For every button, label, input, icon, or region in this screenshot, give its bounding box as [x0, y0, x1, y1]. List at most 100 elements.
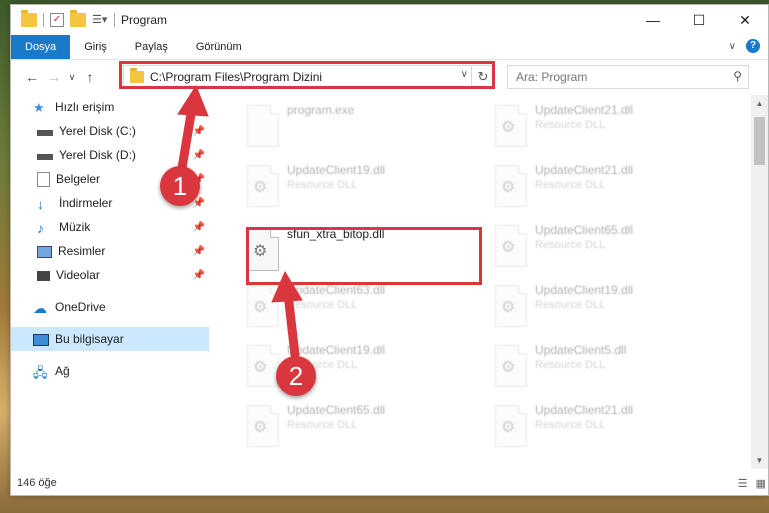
- sidebar-item-label: Yerel Disk (D:): [59, 148, 136, 162]
- file-name: UpdateClient19.dll: [535, 283, 634, 297]
- documents-icon: [37, 171, 50, 187]
- sidebar-item-drive-d[interactable]: Yerel Disk (D:) 📌: [11, 143, 209, 167]
- file-item[interactable]: ⚙ UpdateClient63.dll Resource DLL: [245, 283, 385, 327]
- file-item[interactable]: ⚙ UpdateClient19.dll Resource DLL: [493, 283, 633, 327]
- file-item[interactable]: program.exe: [245, 103, 354, 147]
- star-icon: ★: [33, 100, 45, 115]
- file-item[interactable]: ⚙ UpdateClient5.dll Resource DLL: [493, 343, 626, 387]
- sidebar-item-label: Müzik: [59, 220, 91, 234]
- file-type: Resource DLL: [535, 359, 606, 371]
- computer-icon: [33, 334, 49, 346]
- pin-icon: 📌: [192, 269, 205, 281]
- file-name: UpdateClient21.dll: [535, 403, 634, 417]
- tab-view[interactable]: Görünüm: [182, 35, 256, 59]
- cloud-icon: ☁: [33, 300, 47, 316]
- file-name: UpdateClient65.dll: [535, 223, 634, 237]
- scroll-up-icon[interactable]: ▲: [751, 99, 768, 108]
- file-name: UpdateClient63.dll: [287, 283, 386, 297]
- file-item[interactable]: ⚙ UpdateClient65.dll Resource DLL: [493, 223, 633, 267]
- drive-icon: [37, 130, 53, 136]
- videos-icon: [37, 271, 50, 281]
- search-icon[interactable]: ⚲: [733, 69, 742, 83]
- tab-file[interactable]: Dosya: [11, 35, 71, 59]
- forward-button[interactable]: →: [43, 69, 65, 85]
- file-type: Resource DLL: [535, 419, 606, 431]
- sidebar-item-this-pc[interactable]: Bu bilgisayar: [11, 327, 209, 351]
- sidebar-item-label: İndirmeler: [59, 196, 113, 210]
- file-item[interactable]: ⚙ UpdateClient65.dll Resource DLL: [245, 403, 385, 447]
- file-name: UpdateClient21.dll: [535, 163, 634, 177]
- download-icon: ↓: [37, 196, 44, 212]
- tab-home[interactable]: Giriş: [70, 35, 121, 59]
- customize-toolbar-icon[interactable]: ☰▾: [92, 13, 108, 27]
- file-name: program.exe: [287, 103, 355, 117]
- sidebar-item-pictures[interactable]: Resimler 📌: [11, 239, 209, 263]
- dll-icon: ⚙: [245, 283, 279, 327]
- recent-locations-icon[interactable]: ∨: [65, 72, 79, 83]
- scroll-down-icon[interactable]: ▼: [751, 456, 768, 465]
- new-folder-icon[interactable]: [70, 10, 86, 27]
- sidebar-item-videos[interactable]: Videolar 📌: [11, 263, 209, 287]
- music-icon: ♪: [37, 220, 44, 236]
- sidebar-item-label: Ağ: [55, 364, 70, 378]
- file-name: UpdateClient5.dll: [535, 343, 627, 357]
- file-name: UpdateClient21.dll: [535, 103, 634, 117]
- dll-icon: ⚙: [493, 163, 527, 207]
- help-icon[interactable]: ?: [746, 39, 760, 53]
- file-highlight-box: [246, 227, 482, 285]
- sidebar-item-onedrive[interactable]: ☁ OneDrive: [11, 295, 209, 319]
- details-view-icon[interactable]: ☰: [738, 477, 748, 490]
- sidebar-item-network[interactable]: 🖧 Ağ: [11, 359, 209, 383]
- file-type: Resource DLL: [287, 299, 358, 311]
- dll-icon: ⚙: [493, 103, 527, 147]
- ribbon-tabs: Dosya Giriş Paylaş Görünüm ∨ ?: [11, 35, 768, 60]
- up-button[interactable]: ↑: [79, 69, 101, 85]
- file-item[interactable]: ⚙ UpdateClient19.dll Resource DLL: [245, 163, 385, 207]
- maximize-button[interactable]: ☐: [676, 5, 722, 35]
- sidebar-item-drive-c[interactable]: Yerel Disk (C:) 📌: [11, 119, 209, 143]
- status-bar: 146 öğe ☰ ▦: [11, 471, 768, 495]
- search-input[interactable]: Ara: Program: [516, 70, 587, 84]
- navigation-bar: ← → ∨ ↑ C:\Program Files\Program Dizini …: [11, 60, 768, 94]
- sidebar-item-music[interactable]: ♪ Müzik 📌: [11, 215, 209, 239]
- large-icons-view-icon[interactable]: ▦: [756, 477, 766, 490]
- sidebar-item-label: Belgeler: [56, 172, 101, 186]
- divider: [114, 13, 115, 27]
- pictures-icon: [37, 246, 52, 258]
- pin-icon: 📌: [192, 125, 205, 137]
- close-button[interactable]: ✕: [722, 5, 768, 35]
- folder-icon: [21, 10, 37, 27]
- dll-icon: ⚙: [245, 163, 279, 207]
- dll-icon: ⚙: [493, 403, 527, 447]
- search-box[interactable]: Ara: Program ⚲: [507, 65, 749, 89]
- dll-icon: ⚙: [493, 343, 527, 387]
- divider: [43, 13, 44, 27]
- sidebar-item-label: OneDrive: [55, 300, 106, 314]
- dll-icon: ⚙: [493, 283, 527, 327]
- file-type: Resource DLL: [287, 179, 358, 191]
- file-type: Resource DLL: [535, 119, 606, 131]
- file-type: Resource DLL: [535, 179, 606, 191]
- file-item[interactable]: ⚙ UpdateClient21.dll Resource DLL: [493, 403, 633, 447]
- item-count: 146 öğe: [17, 477, 57, 489]
- title-bar: ✓ ☰▾ Program — ☐ ✕: [11, 5, 768, 35]
- file-item[interactable]: ⚙ UpdateClient21.dll Resource DLL: [493, 103, 633, 147]
- pin-icon: 📌: [192, 245, 205, 257]
- pin-icon: 📌: [192, 149, 205, 161]
- dll-icon: ⚙: [493, 223, 527, 267]
- expand-ribbon-icon[interactable]: ∨: [729, 41, 736, 52]
- tab-share[interactable]: Paylaş: [121, 35, 182, 59]
- pin-icon: 📌: [192, 221, 205, 233]
- file-name: UpdateClient65.dll: [287, 403, 386, 417]
- properties-icon[interactable]: ✓: [50, 13, 64, 27]
- vertical-scrollbar[interactable]: ▲ ▼: [751, 95, 768, 469]
- back-button[interactable]: ←: [21, 69, 43, 85]
- minimize-button[interactable]: —: [630, 5, 676, 35]
- file-item[interactable]: ⚙ UpdateClient21.dll Resource DLL: [493, 163, 633, 207]
- scrollbar-thumb[interactable]: [754, 117, 765, 165]
- quick-access[interactable]: ★ Hızlı erişim: [11, 95, 209, 119]
- file-type: Resource DLL: [535, 299, 606, 311]
- sidebar-item-label: Videolar: [56, 268, 100, 282]
- file-type: Resource DLL: [535, 239, 606, 251]
- step-badge-1: 1: [160, 166, 200, 206]
